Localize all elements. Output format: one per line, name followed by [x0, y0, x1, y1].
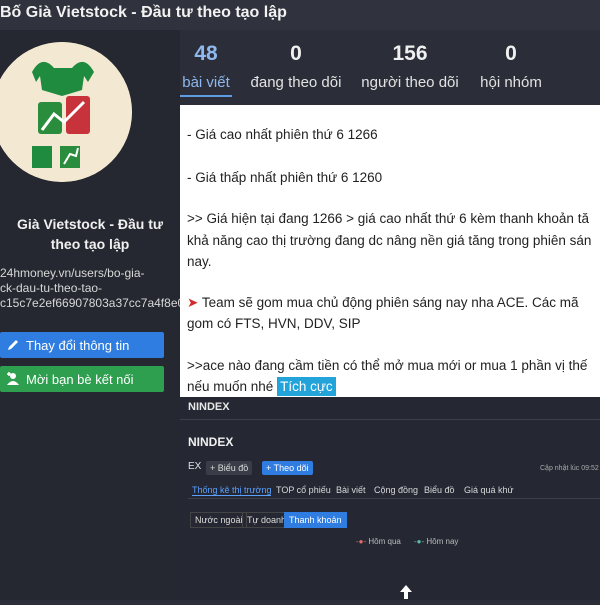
edit-profile-label: Thay đổi thông tin — [26, 337, 130, 353]
post-line: - Giá thấp nhất phiên thứ 6 1260 — [187, 170, 383, 185]
post-line: ➤ Team sẽ gom mua chủ động phiên sáng na… — [187, 295, 579, 310]
updated-time: Cập nhật lúc 09:52 — [540, 465, 599, 472]
tab-posts[interactable]: Bài viết — [336, 485, 366, 495]
invite-friends-button[interactable]: Mời bạn bè kết nối — [0, 366, 164, 392]
tab-history[interactable]: Giá quá khứ — [464, 485, 514, 495]
segment-liquidity[interactable]: Thanh khoản — [284, 512, 347, 528]
post-line: nếu muốn nhé Tích cực — [187, 376, 336, 397]
segment-foreign[interactable]: Nước ngoài — [190, 512, 248, 528]
post-line: gom có FTS, HVN, DDV, SIP — [187, 316, 361, 331]
post-line: - Giá cao nhất phiên thứ 6 1266 — [187, 127, 378, 142]
add-user-icon — [7, 372, 19, 385]
post-line: nay. — [187, 254, 212, 269]
tab-top-stocks[interactable]: TOP cổ phiếu — [276, 485, 331, 495]
sentiment-tag[interactable]: Tích cực — [277, 377, 336, 396]
legend-yesterday: -●- Hôm qua — [356, 537, 401, 546]
legend-dot-icon: -●- — [414, 537, 425, 546]
divider — [180, 419, 600, 420]
embedded-screenshot: NINDEX NINDEX EX + Biểu đồ + Theo dõi Cậ… — [180, 397, 600, 600]
scroll-up-icon[interactable] — [396, 584, 416, 600]
legend-dot-icon: -●- — [356, 537, 367, 546]
pencil-icon — [8, 340, 18, 350]
bull-logo-icon — [0, 42, 132, 182]
follow-button[interactable]: + Theo dõi — [262, 461, 313, 475]
profile-stats: 48 bài viết 0 đang theo dõi 156 người theo … — [180, 30, 600, 100]
tab-community[interactable]: Cộng đồng — [374, 485, 418, 495]
post-line: khả năng cao thị trường đang dc nâng nền… — [187, 233, 592, 248]
tab-chart[interactable]: Biểu đồ — [424, 485, 455, 495]
stat-posts[interactable]: 48 bài viết — [180, 42, 232, 97]
divider — [188, 498, 600, 499]
top-bar: Bố Già Vietstock - Đầu tư theo tạo lập — [0, 0, 600, 30]
post-line: >>ace nào đang cầm tiền có thể mở mua mớ… — [187, 358, 588, 373]
invite-friends-label: Mời bạn bè kết nối — [26, 371, 134, 387]
embed-top-label: NINDEX — [188, 401, 230, 413]
embed-prefix: EX — [188, 461, 202, 472]
embed-title: NINDEX — [188, 435, 234, 449]
chart-button[interactable]: + Biểu đồ — [206, 461, 253, 475]
red-arrow-icon: ➤ — [187, 295, 199, 310]
stat-groups[interactable]: 0 hội nhóm — [478, 42, 544, 94]
legend-today: -●- Hôm nay — [414, 537, 459, 546]
profile-name: Già Vietstock - Đầu tư theo tạo lập — [16, 216, 164, 252]
stat-followers[interactable]: 156 người theo dõi — [358, 42, 462, 94]
edit-profile-button[interactable]: Thay đổi thông tin — [0, 332, 164, 358]
page-title: Bố Già Vietstock - Đầu tư theo tạo lập — [0, 4, 287, 21]
post-line: >> Giá hiện tại đang 1266 > giá cao nhất… — [187, 211, 589, 226]
stat-following[interactable]: 0 đang theo dõi — [248, 42, 344, 94]
post-content: - Giá cao nhất phiên thứ 6 1266 - Giá th… — [180, 105, 600, 600]
tab-market-stats[interactable]: Thống kê thị trường — [192, 485, 272, 496]
profile-sidebar: Già Vietstock - Đầu tư theo tạo lập 24hm… — [0, 30, 184, 600]
profile-link[interactable]: 24hmoney.vn/users/bo-gia- ck-dau-tu-theo… — [0, 266, 184, 311]
avatar[interactable] — [0, 42, 132, 182]
